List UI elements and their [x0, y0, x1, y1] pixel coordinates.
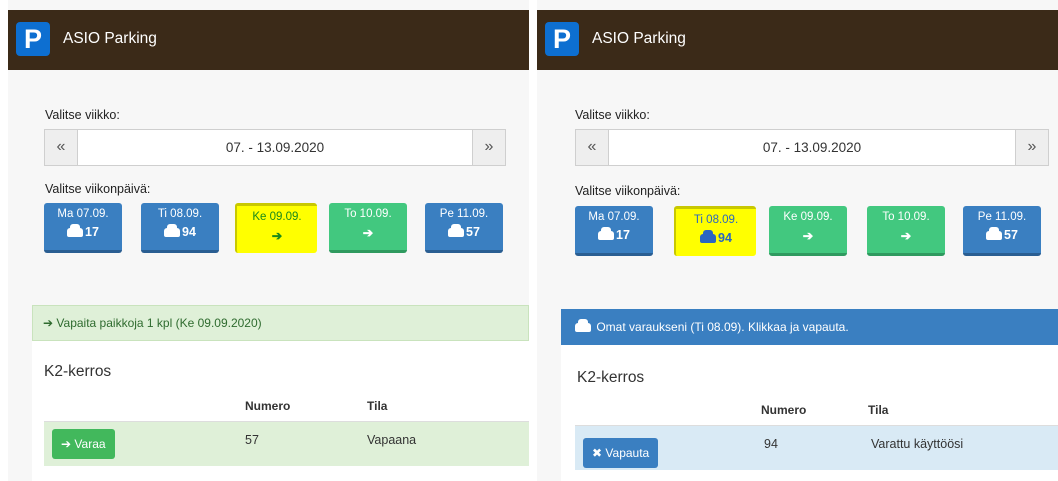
floor-card: K2-kerros Numero Tila ✖ Vapauta 94 Varat…	[561, 345, 1058, 481]
left-screen: P ASIO Parking Valitse viikko: « 07. - 1…	[8, 0, 529, 481]
free-count: 57	[466, 225, 480, 239]
navbar: P ASIO Parking	[537, 10, 1058, 70]
arrow-icon: ➔	[900, 229, 912, 243]
arrow-icon: ➔	[61, 437, 72, 451]
day-name: To 10.09.	[882, 211, 930, 223]
floor-title: K2-kerros	[44, 363, 112, 380]
car-icon	[986, 227, 1003, 240]
week-value: 07. - 13.09.2020	[225, 140, 325, 155]
day-name: Ke 09.09.	[252, 211, 302, 223]
day-button-pe[interactable]: Pe 11.09. 57	[425, 203, 503, 253]
close-icon: ✖	[592, 446, 603, 460]
arrow-icon: ➔	[271, 229, 283, 243]
column-status: Tila	[868, 403, 889, 417]
day-name: To 10.09.	[344, 208, 392, 220]
car-icon	[575, 319, 591, 332]
my-reservations-alert: Omat varaukseni (Ti 08.09). Klikkaa ja v…	[561, 309, 1058, 345]
free-count: 17	[616, 228, 630, 242]
right-screen: P ASIO Parking Valitse viikko: « 07. - 1…	[537, 0, 1058, 481]
day-name: Pe 11.09.	[439, 208, 489, 220]
day-name: Ke 09.09.	[783, 211, 833, 223]
day-button-ti[interactable]: Ti 08.09. 94	[141, 203, 219, 253]
day-button-to[interactable]: To 10.09. ➔	[329, 203, 407, 253]
car-icon	[598, 227, 615, 240]
navbar: P ASIO Parking	[8, 10, 529, 70]
car-icon	[448, 224, 465, 237]
day-button-ma[interactable]: Ma 07.09. 17	[44, 203, 122, 253]
car-icon	[164, 224, 181, 237]
app-title[interactable]: ASIO Parking	[63, 30, 157, 48]
arrow-icon: ➔	[43, 316, 54, 330]
free-count: 57	[1004, 228, 1018, 242]
week-selector: « 07. - 13.09.2020 »	[575, 129, 1049, 166]
app-title[interactable]: ASIO Parking	[592, 30, 686, 48]
free-count: 94	[718, 231, 732, 245]
weekday-label: Valitse viikonpäivä:	[45, 182, 151, 196]
table-row: ✖ Vapauta 94 Varattu käyttöösi	[575, 425, 1058, 470]
prev-week-button[interactable]: «	[576, 130, 609, 165]
reserve-label: Varaa	[74, 437, 106, 451]
prev-week-button[interactable]: «	[45, 130, 78, 165]
release-label: Vapauta	[605, 446, 650, 460]
day-name: Ti 08.09.	[693, 214, 739, 226]
week-label: Valitse viikko:	[45, 108, 120, 122]
day-name: Ma 07.09.	[57, 208, 109, 220]
weekday-label: Valitse viikonpäivä:	[575, 184, 681, 198]
day-button-to[interactable]: To 10.09. ➔	[867, 206, 945, 256]
spot-number: 57	[245, 433, 259, 447]
week-label: Valitse viikko:	[575, 108, 650, 122]
table-row: ➔ Varaa 57 Vapaana	[44, 421, 529, 466]
alert-text: Omat varaukseni (Ti 08.09). Klikkaa ja v…	[596, 320, 849, 334]
day-name: Pe 11.09.	[977, 211, 1027, 223]
day-name: Ma 07.09.	[588, 211, 640, 223]
column-status: Tila	[367, 399, 388, 413]
next-week-button[interactable]: »	[472, 130, 505, 165]
free-spots-alert: ➔ Vapaita paikkoja 1 kpl (Ke 09.09.2020)	[32, 305, 529, 341]
spot-status: Varattu käyttöösi	[871, 437, 964, 451]
column-number: Numero	[245, 399, 291, 413]
release-button[interactable]: ✖ Vapauta	[583, 438, 659, 468]
day-button-pe[interactable]: Pe 11.09. 57	[963, 206, 1041, 256]
week-selector: « 07. - 13.09.2020 »	[44, 129, 506, 166]
arrow-icon: ➔	[362, 226, 374, 240]
floor-card: K2-kerros Numero Tila ➔ Varaa 57 Vapaana	[32, 341, 529, 481]
day-button-ti[interactable]: Ti 08.09. 94	[674, 206, 756, 256]
day-button-ma[interactable]: Ma 07.09. 17	[575, 206, 653, 256]
car-icon	[67, 224, 84, 237]
arrow-icon: ➔	[802, 229, 814, 243]
car-icon	[700, 230, 717, 243]
spot-number: 94	[764, 437, 778, 451]
alert-text: Vapaita paikkoja 1 kpl (Ke 09.09.2020)	[56, 316, 262, 330]
column-number: Numero	[761, 403, 807, 417]
day-button-ke[interactable]: Ke 09.09. ➔	[769, 206, 847, 256]
free-count: 94	[182, 225, 196, 239]
floor-title: K2-kerros	[577, 369, 645, 386]
parking-logo-icon: P	[545, 22, 579, 56]
parking-logo-icon: P	[16, 22, 50, 56]
week-value: 07. - 13.09.2020	[762, 140, 862, 155]
free-count: 17	[85, 225, 99, 239]
day-name: Ti 08.09.	[157, 208, 203, 220]
next-week-button[interactable]: »	[1015, 130, 1048, 165]
reserve-button[interactable]: ➔ Varaa	[52, 429, 115, 459]
day-button-ke[interactable]: Ke 09.09. ➔	[235, 203, 317, 253]
spot-status: Vapaana	[367, 433, 417, 447]
